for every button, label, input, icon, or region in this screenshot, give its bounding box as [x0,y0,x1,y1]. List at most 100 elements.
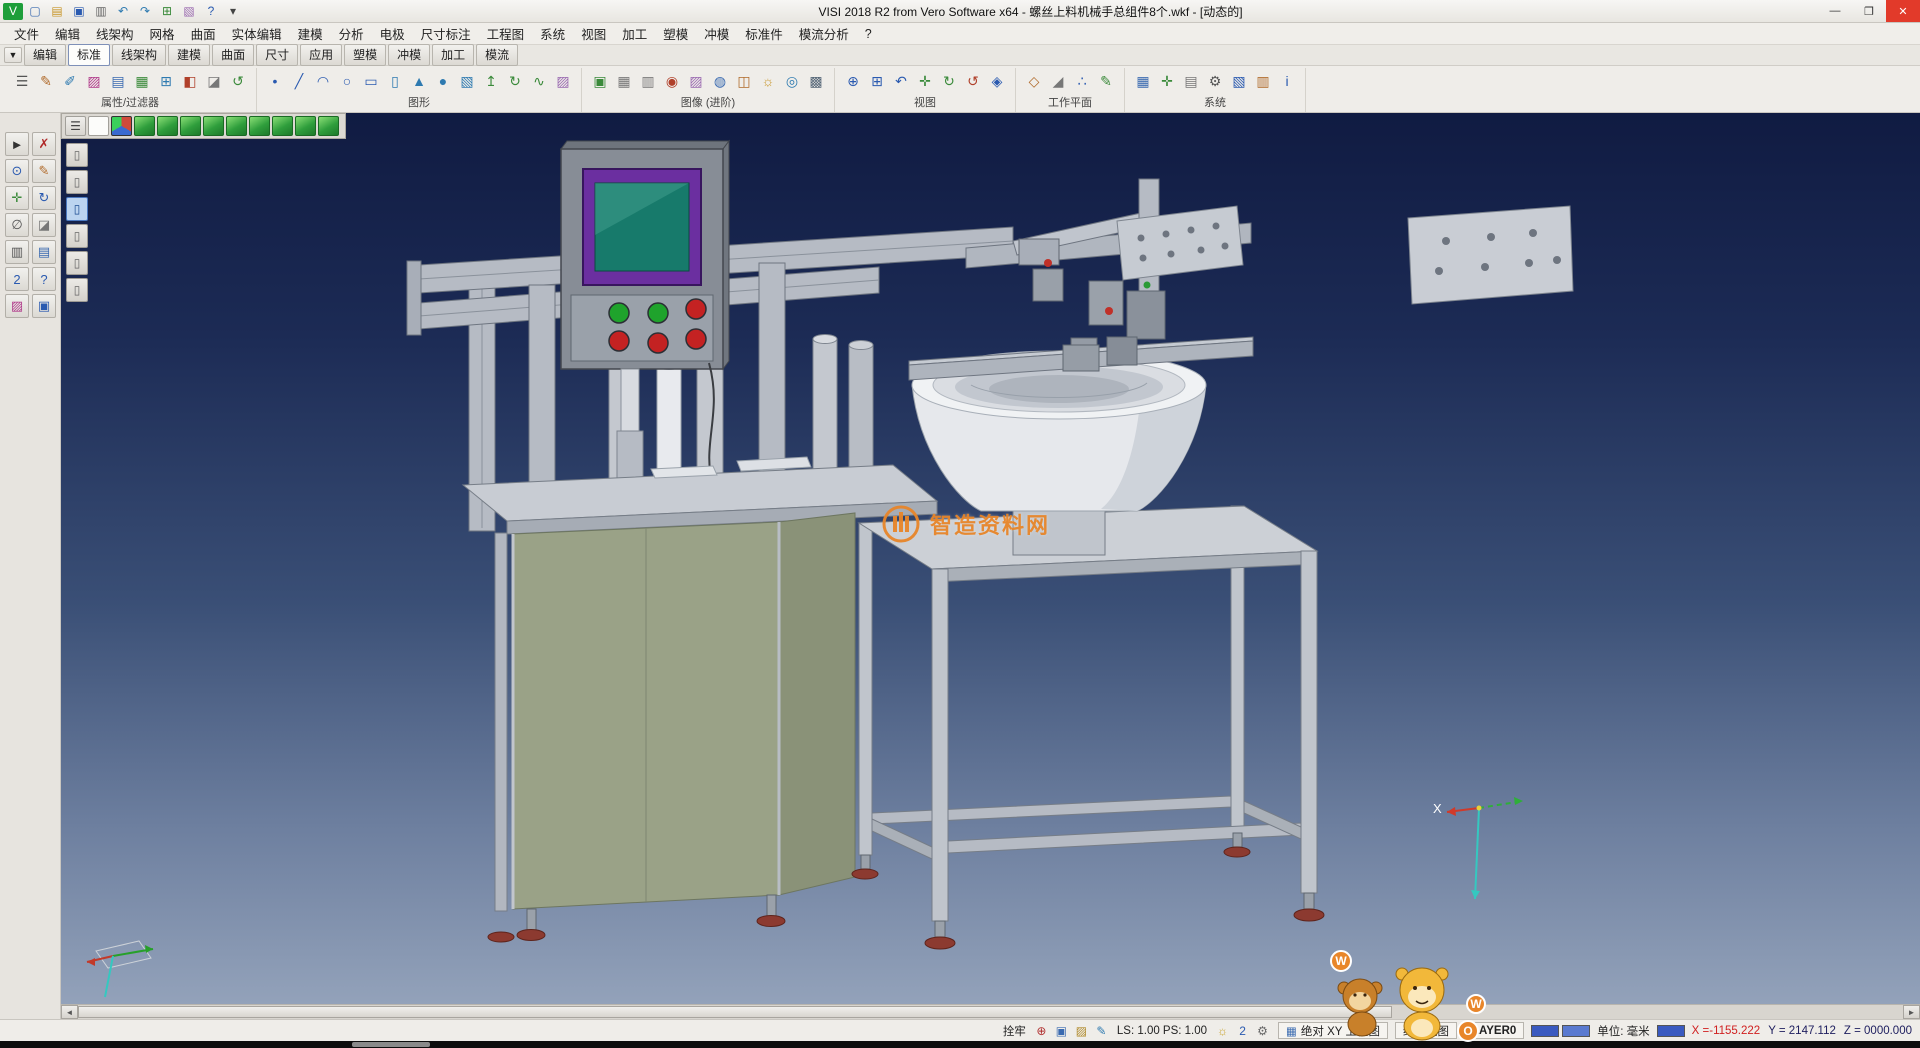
palette-icon[interactable]: ▨ [5,294,29,318]
model-table-frame[interactable] [852,506,1324,949]
filter-layer-icon[interactable]: ▤ [107,70,129,92]
viewport-canvas[interactable]: X [61,113,1920,1004]
layer-manager-icon[interactable]: ▧ [1228,70,1250,92]
zoom-window-icon[interactable]: ⊞ [866,70,888,92]
box-icon[interactable]: ▧ [456,70,478,92]
ribbon-tab[interactable]: 冲模 [388,44,430,66]
mascot-widget[interactable]: WOW [1330,950,1490,1046]
pan-icon[interactable]: ✛ [914,70,936,92]
new-file-icon[interactable]: ▢ [25,3,45,20]
paint-attributes-icon[interactable]: ◧ [179,70,201,92]
transparency-icon[interactable]: ◍ [709,70,731,92]
view-back-cube-icon[interactable] [203,116,224,136]
view-right-cube-icon[interactable] [249,116,270,136]
viewport-blank-button[interactable] [88,116,109,136]
zoom-fit-icon[interactable]: ⊕ [842,70,864,92]
menubar-item[interactable]: 文件 [6,21,47,46]
select-icon[interactable]: ► [5,132,29,156]
sketch-pencil-icon[interactable]: ✎ [32,159,56,183]
menubar-item[interactable]: 尺寸标注 [413,21,479,46]
render-icon[interactable]: ◉ [661,70,683,92]
layers-icon[interactable]: ▤ [32,240,56,264]
scroll-track[interactable] [78,1005,1903,1019]
light-icon[interactable]: ☼ [757,70,779,92]
snap-lock-label[interactable]: 拴牢 [1003,1023,1026,1039]
scroll-right-arrow[interactable]: ► [1903,1005,1920,1019]
horizontal-scrollbar[interactable]: ◄ ► [61,1004,1920,1019]
sphere-icon[interactable]: ● [432,70,454,92]
dynamic-view-icon[interactable]: ◈ [986,70,1008,92]
sweep-icon[interactable]: ∿ [528,70,550,92]
bulb-icon[interactable]: ☼ [1214,1023,1231,1039]
view-state-3-button[interactable]: ▯ [66,197,88,221]
help-2-icon[interactable]: 2 [1234,1023,1251,1039]
selection-filter-icon[interactable]: ▣ [1053,1023,1070,1039]
snap-settings-icon[interactable]: ⊕ [1033,1023,1050,1039]
erase-icon[interactable]: ◪ [32,213,56,237]
menubar-item[interactable]: 曲面 [183,21,224,46]
redraw-icon[interactable]: ↺ [962,70,984,92]
rotate-icon[interactable]: ↻ [32,186,56,210]
view-dynamic-cube-icon[interactable] [111,116,132,136]
ribbon-tab[interactable]: 标准 [68,44,110,66]
app-logo[interactable]: V [3,3,23,20]
quick-edit-icon[interactable]: ✎ [1093,1023,1110,1039]
rotate-view-icon[interactable]: ↻ [938,70,960,92]
scroll-thumb[interactable] [78,1006,1392,1018]
view-iso-cube-icon[interactable] [272,116,293,136]
line-icon[interactable]: ╱ [288,70,310,92]
surface-icon[interactable]: ▨ [552,70,574,92]
view-top-cube-icon[interactable] [134,116,155,136]
system-info-icon[interactable]: i [1276,70,1298,92]
measure-icon[interactable]: ∅ [5,213,29,237]
properties-icon[interactable]: ☰ [11,70,33,92]
model-cabinet[interactable] [488,513,855,942]
save-view-icon[interactable]: ▣ [32,294,56,318]
extrude-icon[interactable]: ↥ [480,70,502,92]
view-left-cube-icon[interactable] [226,116,247,136]
menubar-item[interactable]: 加工 [614,21,655,46]
save-file-icon[interactable]: ▣ [69,3,89,20]
attribute-eraser-icon[interactable]: ◪ [203,70,225,92]
toolbar-options-icon[interactable]: ▾ [223,3,243,20]
minimize-button[interactable]: — [1818,0,1852,22]
view-state-4-button[interactable]: ▯ [66,224,88,248]
menubar-item[interactable]: 冲模 [696,21,737,46]
copy-icon[interactable]: ⊞ [157,3,177,20]
view-state-6-button[interactable]: ▯ [66,278,88,302]
revolve-icon[interactable]: ↻ [504,70,526,92]
view-axonometric-cube-icon[interactable] [295,116,316,136]
workplane-xy-icon[interactable]: ◇ [1023,70,1045,92]
unit-color-swatch[interactable] [1657,1025,1685,1037]
ribbon-tab[interactable]: 塑模 [344,44,386,66]
move-icon[interactable]: ✛ [5,186,29,210]
arc-icon[interactable]: ◠ [312,70,334,92]
menubar-item[interactable]: 系统 [532,21,573,46]
menubar-item[interactable]: 模流分析 [791,21,857,46]
menubar-item[interactable]: 网格 [142,21,183,46]
wireframe-view-icon[interactable]: ▦ [613,70,635,92]
query-icon[interactable]: ? [32,267,56,291]
ribbon-tab[interactable]: 模流 [476,44,518,66]
menubar-item[interactable]: 分析 [331,21,372,46]
menubar-item[interactable]: 线架构 [88,21,142,46]
view-custom-cube-icon[interactable] [318,116,339,136]
menubar-item[interactable]: ? [857,24,880,44]
help-icon[interactable]: ? [201,3,221,20]
section-view-icon[interactable]: ◫ [733,70,755,92]
workplane-align-icon[interactable]: ◢ [1047,70,1069,92]
copy-attributes-icon[interactable]: ⊞ [155,70,177,92]
menubar-item[interactable]: 视图 [573,21,614,46]
ribbon-tab[interactable]: 曲面 [212,44,254,66]
view-state-5-button[interactable]: ▯ [66,251,88,275]
scroll-left-arrow[interactable]: ◄ [61,1005,78,1019]
snap-icon[interactable]: ✛ [1156,70,1178,92]
filter-wand-icon[interactable]: ✐ [59,70,81,92]
filter-type-icon[interactable]: ▦ [131,70,153,92]
point-icon[interactable]: • [264,70,286,92]
units-label[interactable]: 单位: 毫米 [1597,1023,1649,1039]
workplane-edit-icon[interactable]: ✎ [1095,70,1117,92]
view-front-cube-icon[interactable] [180,116,201,136]
print-part-icon[interactable]: ▥ [5,240,29,264]
menubar-item[interactable]: 塑模 [655,21,696,46]
